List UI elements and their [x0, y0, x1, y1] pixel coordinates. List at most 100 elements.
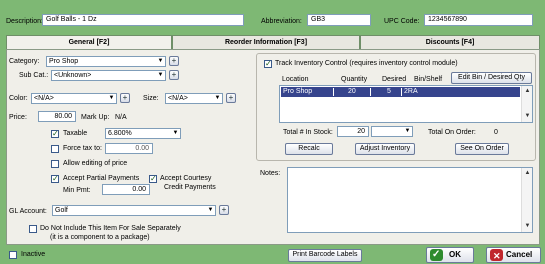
- partial-payments-checkbox[interactable]: [51, 174, 59, 183]
- courtesy-credit-checkbox[interactable]: [149, 174, 157, 183]
- total-in-stock-label: Total # In Stock:: [283, 129, 333, 136]
- gl-account-select[interactable]: Golf ▼: [52, 205, 216, 216]
- adjust-inventory-button-label: Adjust Inventory: [359, 145, 411, 152]
- abbreviation-label: Abbreviation:: [261, 18, 302, 25]
- partial-payments-label: Accept Partial Payments: [63, 175, 140, 182]
- tab-general[interactable]: General [F2]: [6, 35, 172, 49]
- category-label: Category:: [9, 58, 40, 65]
- min-pmt-label: Min Pmt:: [63, 187, 91, 194]
- add-color-plus-icon[interactable]: +: [120, 93, 130, 103]
- see-on-order-button[interactable]: See On Order: [455, 143, 509, 155]
- close-icon: [490, 249, 503, 263]
- scroll-down-icon[interactable]: ▼: [523, 112, 532, 121]
- column-divider: [401, 88, 402, 96]
- ok-button-label: OK: [449, 250, 461, 259]
- subcat-label: Sub Cat.:: [19, 72, 49, 79]
- recalc-button-label: Recalc: [298, 145, 320, 152]
- tab-reorder-information[interactable]: Reorder Information [F3]: [172, 35, 360, 49]
- inventory-grid[interactable]: Pro Shop 20 5 2RA ▲ ▼: [279, 85, 533, 123]
- column-header-quantity: Quantity: [341, 76, 368, 83]
- markup-label: Mark Up:: [81, 114, 110, 121]
- scroll-up-icon[interactable]: ▲: [523, 169, 532, 178]
- subcat-value: <Unknown>: [54, 72, 92, 79]
- force-tax-label: Force tax to:: [63, 145, 102, 152]
- inactive-label: Inactive: [21, 251, 46, 258]
- row-location: Pro Shop: [283, 88, 313, 95]
- size-value: <N/A>: [168, 95, 188, 102]
- column-divider: [370, 88, 371, 96]
- see-on-order-button-label: See On Order: [460, 145, 504, 152]
- track-inventory-label: Track Inventory Control (requires invent…: [275, 60, 458, 67]
- cancel-button[interactable]: Cancel: [486, 247, 541, 263]
- cancel-button-label: Cancel: [506, 250, 533, 259]
- tab-discounts[interactable]: Discounts [F4]: [360, 35, 540, 49]
- gl-account-label: GL Account:: [9, 208, 47, 215]
- chevron-down-icon: ▼: [172, 130, 179, 136]
- scroll-down-icon[interactable]: ▼: [523, 222, 532, 231]
- chevron-down-icon: ▼: [157, 58, 164, 64]
- description-label: Description:: [6, 18, 43, 25]
- description-input[interactable]: Golf Balls - 1 Dz: [42, 14, 244, 26]
- stock-unit-select[interactable]: ▼: [371, 126, 413, 137]
- total-in-stock-value: 20: [337, 126, 369, 137]
- gl-account-value: Golf: [55, 207, 68, 214]
- courtesy-credit-label-line1: Accept Courtesy: [160, 175, 212, 182]
- chevron-down-icon: ▼: [207, 207, 214, 213]
- upc-label: UPC Code:: [384, 18, 420, 25]
- exclude-from-sale-checkbox[interactable]: [29, 225, 37, 233]
- notes-label: Notes:: [260, 170, 281, 177]
- taxable-checkbox[interactable]: [51, 129, 59, 138]
- notes-textarea[interactable]: ▲ ▼: [287, 167, 533, 233]
- add-subcat-plus-icon[interactable]: +: [169, 70, 179, 80]
- markup-value: N/A: [115, 114, 127, 121]
- abbreviation-input[interactable]: GB3: [307, 14, 371, 26]
- print-barcode-labels-button[interactable]: Print Barcode Labels: [288, 249, 362, 262]
- table-row[interactable]: Pro Shop 20 5 2RA: [281, 87, 520, 97]
- recalc-button[interactable]: Recalc: [285, 143, 333, 155]
- total-on-order-label: Total On Order:: [428, 129, 476, 136]
- inventory-scrollbar[interactable]: ▲ ▼: [521, 86, 532, 122]
- track-inventory-checkbox[interactable]: [264, 59, 272, 68]
- upc-input[interactable]: 1234567890: [424, 14, 533, 26]
- tab-strip: General [F2] Reorder Information [F3] Di…: [6, 35, 540, 49]
- taxable-label: Taxable: [63, 130, 88, 137]
- tax-rate-select[interactable]: 6.800% ▼: [105, 128, 181, 139]
- add-size-plus-icon[interactable]: +: [226, 93, 236, 103]
- chevron-down-icon: ▼: [214, 95, 221, 101]
- min-pmt-input[interactable]: 0.00: [102, 184, 150, 195]
- force-tax-checkbox[interactable]: [51, 145, 59, 153]
- checkmark-icon: [430, 248, 443, 262]
- scroll-up-icon[interactable]: ▲: [523, 87, 532, 96]
- size-select[interactable]: <N/A> ▼: [165, 93, 223, 104]
- price-input[interactable]: 80.00: [38, 111, 76, 122]
- inactive-checkbox[interactable]: [9, 251, 17, 259]
- color-select[interactable]: <N/A> ▼: [31, 93, 117, 104]
- column-header-desired: Desired: [382, 76, 407, 83]
- exclude-from-sale-label-line2: (it is a component to a package): [50, 234, 150, 241]
- ok-button[interactable]: OK: [426, 247, 474, 263]
- courtesy-credit-label-line2: Credit Payments: [164, 184, 216, 191]
- category-select[interactable]: Pro Shop ▼: [46, 56, 166, 67]
- general-panel: Category: Pro Shop ▼ + Sub Cat.: <Unknow…: [6, 49, 540, 245]
- subcat-select[interactable]: <Unknown> ▼: [51, 70, 166, 81]
- tax-rate-value: 6.800%: [108, 130, 132, 137]
- price-label: Price:: [9, 114, 27, 121]
- allow-edit-price-label: Allow editing of price: [63, 160, 128, 167]
- footer-bar: Inactive Print Barcode Labels OK Cancel: [0, 246, 545, 264]
- edit-bin-desired-button[interactable]: Edit Bin / Desired Qty: [451, 72, 532, 84]
- force-tax-input[interactable]: 0.00: [105, 143, 153, 154]
- notes-scrollbar[interactable]: ▲ ▼: [521, 168, 532, 232]
- allow-edit-price-checkbox[interactable]: [51, 160, 59, 168]
- adjust-inventory-button[interactable]: Adjust Inventory: [355, 143, 415, 155]
- column-header-bin-shelf: Bin/Shelf: [414, 76, 443, 83]
- color-label: Color:: [9, 95, 28, 102]
- print-barcode-labels-button-label: Print Barcode Labels: [292, 251, 358, 258]
- total-on-order-value: 0: [494, 129, 498, 136]
- chevron-down-icon: ▼: [157, 72, 164, 78]
- color-value: <N/A>: [34, 95, 54, 102]
- category-value: Pro Shop: [49, 58, 79, 65]
- add-category-plus-icon[interactable]: +: [169, 56, 179, 66]
- column-divider: [333, 88, 334, 96]
- chevron-down-icon: ▼: [404, 128, 411, 134]
- add-gl-account-plus-icon[interactable]: +: [219, 205, 229, 215]
